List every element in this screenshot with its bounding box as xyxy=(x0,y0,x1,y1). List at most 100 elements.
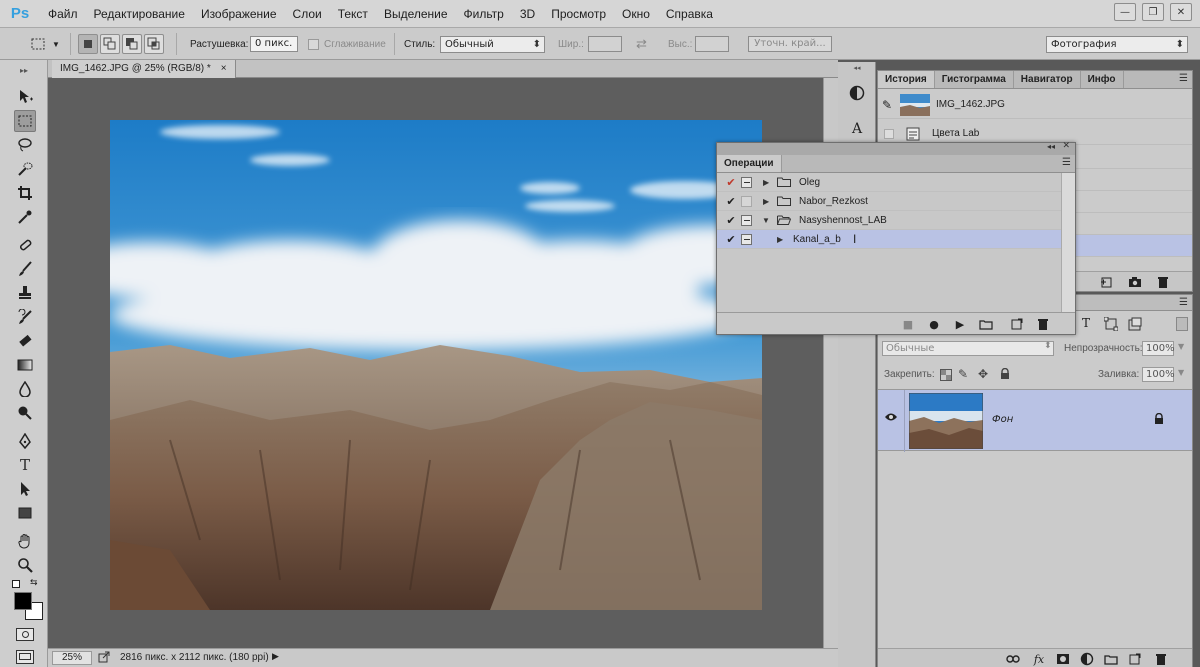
new-layer-icon[interactable] xyxy=(1128,652,1142,666)
close-tab-icon[interactable]: × xyxy=(221,60,227,78)
actions-scrollbar[interactable] xyxy=(1061,173,1075,313)
zoom-tool-icon[interactable] xyxy=(14,554,36,576)
expand-triangle-icon[interactable]: ▶ xyxy=(763,197,769,206)
tab-actions[interactable]: Операции xyxy=(717,155,782,172)
screen-mode-icon[interactable] xyxy=(16,650,34,664)
blend-mode-select[interactable]: Обычные xyxy=(882,341,1054,356)
layers-panel-menu-icon[interactable]: ☰ xyxy=(1179,297,1188,308)
rect-marquee-tool-icon[interactable] xyxy=(14,110,36,132)
fill-dropdown-icon[interactable]: ▼ xyxy=(1178,368,1184,377)
workspace-select[interactable]: Фотография xyxy=(1046,36,1188,53)
layer-row[interactable]: Фон xyxy=(878,389,1192,452)
hand-tool-icon[interactable] xyxy=(14,530,36,552)
status-menu-arrow-icon[interactable]: ▶ xyxy=(272,651,279,662)
stop-recording-icon[interactable]: ■ xyxy=(900,317,916,331)
trash-icon[interactable] xyxy=(1156,275,1170,289)
collapse-triangle-icon[interactable]: ▼ xyxy=(762,216,770,225)
dialog-toggle-icon[interactable] xyxy=(741,233,752,245)
record-icon[interactable]: ● xyxy=(926,317,942,331)
delete-action-icon[interactable] xyxy=(1035,317,1051,331)
dialog-toggle-icon[interactable] xyxy=(741,214,752,226)
menu-image[interactable]: Изображение xyxy=(193,0,285,28)
rectangle-tool-icon[interactable] xyxy=(14,502,36,524)
antialias-checkbox[interactable] xyxy=(308,39,319,50)
menu-layers[interactable]: Слои xyxy=(285,0,330,28)
layer-mask-icon[interactable] xyxy=(1056,652,1070,666)
foreground-color-swatch[interactable] xyxy=(14,592,32,610)
layer-name[interactable]: Фон xyxy=(992,414,1013,425)
width-input[interactable] xyxy=(588,36,622,52)
collapse-icons-icon[interactable]: ◂◂ xyxy=(840,64,874,74)
subtract-selection-button[interactable] xyxy=(122,34,142,54)
new-group-icon[interactable] xyxy=(1104,652,1118,666)
menu-filter[interactable]: Фильтр xyxy=(456,0,512,28)
camera-icon[interactable] xyxy=(1128,275,1142,289)
default-colors-icon[interactable] xyxy=(12,580,20,588)
menu-file[interactable]: Файл xyxy=(40,0,86,28)
menu-type[interactable]: Текст xyxy=(330,0,376,28)
smart-object-filter-icon[interactable] xyxy=(1128,317,1142,334)
expand-triangle-icon[interactable]: ▶ xyxy=(763,178,769,187)
tab-info[interactable]: Инфо xyxy=(1081,71,1124,88)
close-button[interactable]: ✕ xyxy=(1170,3,1192,21)
character-icon[interactable]: A xyxy=(846,118,868,140)
quick-select-tool-icon[interactable] xyxy=(14,158,36,180)
style-select[interactable]: Обычный xyxy=(440,36,545,53)
new-selection-button[interactable] xyxy=(78,34,98,54)
actions-panel-titlebar[interactable]: ◂◂ ✕ xyxy=(717,141,1075,155)
new-document-from-state-icon[interactable] xyxy=(1100,275,1114,289)
new-action-icon[interactable] xyxy=(1008,317,1024,331)
lock-all-icon[interactable] xyxy=(1000,367,1010,383)
action-set-oleg[interactable]: ✔ ▶ Oleg xyxy=(717,173,1061,192)
delete-layer-icon[interactable] xyxy=(1154,652,1168,666)
minimize-button[interactable]: — xyxy=(1114,3,1136,21)
actions-panel-menu-icon[interactable]: ☰ xyxy=(1062,157,1071,168)
add-selection-button[interactable] xyxy=(100,34,120,54)
opacity-dropdown-icon[interactable]: ▼ xyxy=(1178,342,1184,351)
quick-mask-icon[interactable] xyxy=(16,628,34,641)
adjustment-layer-icon[interactable] xyxy=(1080,652,1094,666)
dodge-tool-icon[interactable] xyxy=(14,402,36,424)
restore-button[interactable]: ❐ xyxy=(1142,3,1164,21)
dialog-toggle-icon[interactable] xyxy=(741,176,752,188)
swap-colors-icon[interactable]: ⇆ xyxy=(30,578,38,588)
collapse-panel-icon[interactable]: ◂◂ xyxy=(1047,142,1055,151)
type-tool-icon[interactable]: T xyxy=(14,454,36,476)
menu-select[interactable]: Выделение xyxy=(376,0,456,28)
fx-icon[interactable]: fx xyxy=(1032,652,1046,666)
clone-stamp-tool-icon[interactable] xyxy=(14,282,36,304)
link-layers-icon[interactable] xyxy=(1006,652,1020,666)
fill-input[interactable]: 100% xyxy=(1142,367,1175,382)
menu-3d[interactable]: 3D xyxy=(512,0,543,28)
tool-preset-picker[interactable]: ▼ xyxy=(30,28,60,60)
pen-tool-icon[interactable] xyxy=(14,430,36,452)
feather-input[interactable]: 0 пикс. xyxy=(250,36,298,52)
eye-icon[interactable] xyxy=(884,412,898,425)
path-select-tool-icon[interactable] xyxy=(14,478,36,500)
history-snapshot[interactable]: ✎ IMG_1462.JPG xyxy=(878,91,1192,119)
swap-icon[interactable]: ⇄ xyxy=(636,28,647,60)
move-tool-icon[interactable] xyxy=(14,86,36,108)
gradient-tool-icon[interactable] xyxy=(14,354,36,376)
menu-help[interactable]: Справка xyxy=(658,0,721,28)
intersect-selection-button[interactable] xyxy=(144,34,164,54)
action-toggle-check-icon[interactable]: ✔ xyxy=(725,176,737,189)
menu-edit[interactable]: Редактирование xyxy=(86,0,193,28)
height-input[interactable] xyxy=(695,36,729,52)
action-toggle-check-icon[interactable]: ✔ xyxy=(725,233,737,246)
lock-pixels-icon[interactable]: ✎ xyxy=(958,367,968,381)
shape-filter-icon[interactable] xyxy=(1103,316,1119,334)
document-image[interactable] xyxy=(110,120,762,610)
action-set-nabor-rezkost[interactable]: ✔ ▶ Nabor_Rezkost xyxy=(717,192,1061,211)
expand-triangle-icon[interactable]: ▶ xyxy=(777,235,783,244)
action-toggle-check-icon[interactable]: ✔ xyxy=(725,195,737,208)
play-icon[interactable]: ▶ xyxy=(952,317,968,331)
history-brush-tool-icon[interactable] xyxy=(14,306,36,328)
document-tab[interactable]: IMG_1462.JPG @ 25% (RGB/8) * × xyxy=(52,60,236,78)
action-toggle-check-icon[interactable]: ✔ xyxy=(725,214,737,227)
lasso-tool-icon[interactable] xyxy=(14,134,36,156)
lock-position-icon[interactable]: ✥ xyxy=(978,367,988,381)
history-brush-source-icon[interactable]: ✎ xyxy=(882,98,892,112)
eyedropper-tool-icon[interactable] xyxy=(14,206,36,228)
dialog-toggle-icon[interactable] xyxy=(741,195,752,207)
